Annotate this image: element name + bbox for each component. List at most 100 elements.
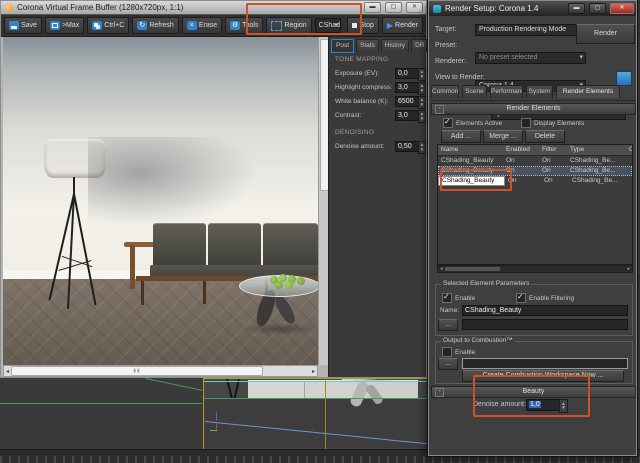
vfb-titlebar[interactable]: Corona Virtual Frame Buffer (1280x720px,… [1,1,426,14]
combustion-browse-button[interactable]: ... [438,358,458,370]
camera-viewport[interactable] [203,378,432,450]
browse-button[interactable]: ... [438,319,458,331]
element-name-field[interactable]: CShading_Beauty [462,305,628,316]
spinner-down-icon[interactable]: ▼ [561,405,565,411]
combustion-path-field[interactable] [462,358,628,369]
output-to-combustion-group: Output to Combustion™ Enable ... Create … [435,337,633,384]
apple [297,277,305,285]
target-select[interactable]: Production Rendering Mode [475,24,586,36]
tab-common[interactable]: Common [431,85,459,98]
checkbox-icon[interactable] [516,292,526,303]
checkbox-icon[interactable] [443,117,453,128]
output-path-field[interactable] [462,319,628,330]
copy-label: Ctrl+C [104,22,125,29]
close-icon[interactable]: ✕ [406,2,423,13]
delete-button[interactable]: Delete [525,130,565,143]
tab-history[interactable]: History [380,39,410,52]
spinner[interactable]: ▲ ▼ [418,141,426,154]
tab-dr[interactable]: DR [411,39,429,52]
enable-filtering-checkbox[interactable]: Enable Filtering [516,292,574,303]
minimize-icon[interactable]: ▬ [364,2,381,13]
left-viewport[interactable] [0,378,202,449]
render-image[interactable] [3,37,318,365]
channel-select[interactable]: CShading_Beauty [314,18,342,33]
tab-stats[interactable]: Stats [356,39,379,52]
scroll-left-icon[interactable]: ◂ [438,266,445,272]
stop-button[interactable]: Stop [347,17,379,34]
collapse-minus-icon[interactable]: - [435,105,444,114]
tab-render-elements[interactable]: Render Elements [556,85,620,98]
spinner[interactable]: ▲ ▼ [418,96,426,109]
table-row[interactable]: CShading_Beauty On On CShading_Be... [438,156,632,166]
spinner-down-icon[interactable]: ▼ [420,116,424,122]
elements-list[interactable]: Name Enabled Filter Type Ou CShading_Bea… [437,144,633,265]
scroll-right-icon[interactable]: ▸ [310,368,317,375]
beauty-denoise-value: 1,0 [529,401,541,408]
rs-titlebar[interactable]: Render Setup: Corona 1.4 ▬ ▢ ✕ [429,1,636,16]
cell-name: CShading_Beauty [441,157,494,164]
table-row-editing[interactable]: CShading_Beauty On On CShading_Be... [438,169,632,191]
checkbox-icon[interactable] [521,118,531,128]
image-horizontal-scrollbar[interactable]: ◂ ▮▮ ▸ [3,365,318,377]
render-button[interactable]: ▶ Render [381,17,423,34]
close-icon[interactable]: ✕ [610,3,634,14]
region-button[interactable]: Region [266,17,312,34]
tab-post[interactable]: Post [331,39,355,53]
maximize-icon[interactable]: ▢ [589,3,606,14]
col-name[interactable]: Name [438,145,503,155]
refresh-button[interactable]: ↻ Refresh [132,17,179,34]
tab-performance[interactable]: Performance [490,85,523,98]
group-title: Output to Combustion™ [441,337,515,344]
rollout-title: Render Elements [506,105,561,112]
render-elements-rollout-header[interactable]: - Render Elements [431,103,636,115]
elements-active-checkbox[interactable]: Elements Active [443,117,502,128]
col-filter[interactable]: Filter [539,145,567,155]
spinner-down-icon[interactable]: ▼ [420,74,424,80]
name-label: Name: [440,307,460,314]
checkbox-icon[interactable] [442,347,452,357]
spinner-down-icon[interactable]: ▼ [420,88,424,94]
spinner[interactable]: ▲ ▼ [418,82,426,95]
scroll-left-icon[interactable]: ◂ [4,368,11,375]
render-play-icon: ▶ [386,20,394,30]
beauty-denoise-field[interactable]: 1,0 [526,399,562,411]
combustion-enable-checkbox[interactable]: Enable [442,347,475,357]
preset-select[interactable]: No preset selected [475,52,586,64]
save-button[interactable]: Save [4,17,42,34]
enable-checkbox[interactable]: Enable [442,292,475,303]
create-combustion-workspace-button[interactable]: Create Combustion Workspace Now ... [462,370,624,382]
merge-button[interactable]: Merge ... [483,130,523,143]
col-output[interactable]: Ou [626,145,632,155]
spinner-down-icon[interactable]: ▼ [420,147,424,153]
copy-button[interactable]: Ctrl+C [87,17,130,34]
beauty-rollout-header[interactable]: - Beauty [431,386,636,398]
name-edit-field[interactable]: CShading_Beauty [438,176,505,186]
spinner[interactable]: ▲ ▼ [559,399,568,413]
table-row-selected[interactable]: CShading_Beauty On On CShading_Be... [438,166,632,176]
denoise-row: Denoise amount: 0,50 ▲ ▼ [329,141,427,154]
image-vertical-scrollbar[interactable] [318,37,329,365]
scroll-right-icon[interactable]: ▸ [625,266,632,272]
axis-z [216,412,217,421]
display-elements-checkbox[interactable]: Display Elements [521,118,584,128]
spinner[interactable]: ▲ ▼ [418,110,426,123]
minimize-icon[interactable]: ▬ [568,3,585,14]
h-scroll-thumb[interactable]: ▮▮ [11,366,264,376]
tab-system[interactable]: System [526,85,553,98]
list-scrollbar[interactable]: ◂ ▸ [437,265,633,273]
rs-render-button[interactable]: Render [576,24,635,44]
maximize-icon[interactable]: ▢ [385,2,402,13]
list-scroll-thumb[interactable] [444,267,500,271]
viewport-lock-icon[interactable] [616,71,632,86]
checkbox-icon[interactable] [442,292,452,303]
erase-button[interactable]: × Erase [181,17,223,34]
collapse-minus-icon[interactable]: - [435,388,444,397]
tools-button[interactable]: ⚙ Tools [225,17,264,34]
col-type[interactable]: Type [567,145,626,155]
spinner-down-icon[interactable]: ▼ [420,102,424,108]
add-button[interactable]: Add ... [441,130,481,143]
tab-scene[interactable]: Scene [462,85,487,98]
send-to-max-button[interactable]: >Max [44,17,85,34]
spinner[interactable]: ▲ ▼ [418,68,426,81]
col-enabled[interactable]: Enabled [503,145,539,155]
